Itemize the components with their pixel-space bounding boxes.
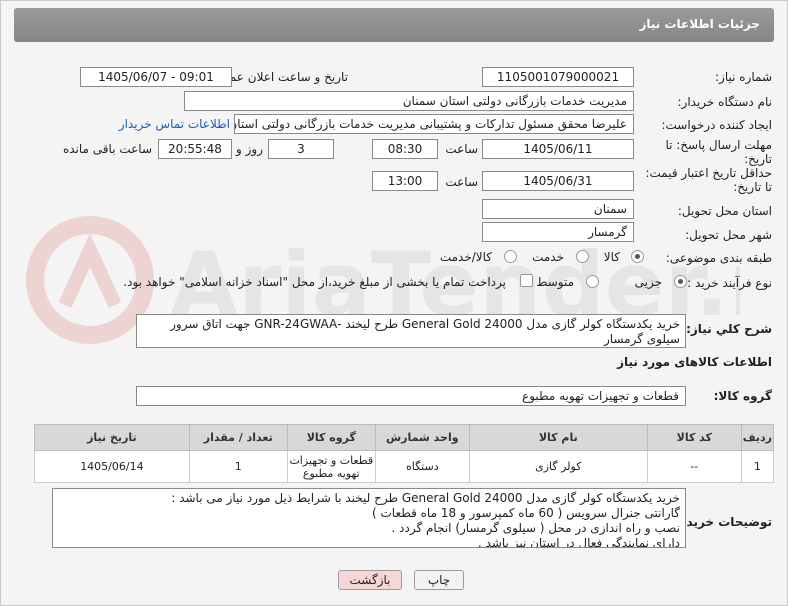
remaining-time-field: 20:55:48: [158, 139, 232, 159]
process-option-partial: جزیی: [634, 275, 662, 289]
category-option-goods: کالا: [603, 250, 620, 264]
buyer-org-field: مدیریت خدمات بازرگانی دولتی استان سمنان: [184, 91, 634, 111]
days-field: 3: [268, 139, 334, 159]
cell-row: 1: [740, 450, 775, 483]
goods-section-title: اطلاعات کالاهای مورد نیاز: [617, 355, 772, 369]
need-number-field: 1105001079000021: [482, 67, 634, 87]
creator-field: علیرضا محقق مسئول تدارکات و پشتیبانی مدی…: [234, 114, 634, 134]
print-button[interactable]: چاپ: [414, 570, 464, 590]
validity-label: حداقل تاریخ اعتبار قیمت:: [645, 166, 772, 180]
page-title: جزئیات اطلاعات نیاز: [639, 17, 760, 31]
description-label: شرح کلي نياز:: [686, 322, 772, 336]
process-option-medium: متوسط: [536, 275, 574, 289]
province-label: استان محل تحویل:: [677, 204, 772, 218]
buyer-notes-line: گارانتی جنرال سرویس ( 60 ماه کمپرسور و 1…: [372, 506, 680, 520]
process-label: نوع فرآیند خرید :: [687, 276, 772, 290]
category-radio-goods[interactable]: [631, 250, 644, 263]
treasury-payment-checkbox[interactable]: [520, 274, 533, 287]
buyer-notes-textarea[interactable]: خرید یکدستگاه کولر گازی مدل General Gold…: [52, 488, 686, 548]
category-option-both: کالا/خدمت: [439, 250, 492, 264]
cell-group: قطعات و تجهیزات تهویه مطبوع: [286, 450, 376, 483]
table-header-row: ردیف کد کالا نام کالا واحد شمارش گروه کا…: [34, 424, 775, 451]
col-header-code: کد کالا: [646, 424, 742, 451]
goods-group-label: گروه کالا:: [713, 389, 772, 403]
deadline-time-field: 08:30: [372, 139, 438, 159]
deadline-date-field: 1405/06/11: [482, 139, 634, 159]
category-radio-service[interactable]: [576, 250, 589, 263]
validity-date-field: 1405/06/31: [482, 171, 634, 191]
col-header-group: گروه کالا: [286, 424, 376, 451]
announce-field: 1405/06/07 - 09:01: [80, 67, 232, 87]
category-option-service: خدمت: [532, 250, 564, 264]
col-header-qty: تعداد / مقدار: [188, 424, 288, 451]
validity-time-label: ساعت: [445, 175, 478, 189]
city-label: شهر محل تحویل:: [685, 228, 772, 242]
category-radio-both[interactable]: [504, 250, 517, 263]
deadline-time-label: ساعت: [445, 142, 478, 156]
buyer-org-label: نام دستگاه خریدار:: [677, 95, 773, 109]
province-field: سمنان: [482, 199, 634, 219]
cell-date: 1405/06/14: [34, 450, 190, 483]
table-row: 1 -- کولر گازی دستگاه قطعات و تجهیزات ته…: [34, 450, 775, 483]
goods-group-field: قطعات و تجهیزات تهویه مطبوع: [136, 386, 686, 406]
city-field: گرمسار: [482, 222, 634, 242]
days-label: روز و: [236, 142, 263, 156]
buyer-notes-line: دارای نمایندگی فعال در استان نیز باشد .: [477, 536, 680, 548]
deadline-label: مهلت ارسال پاسخ: تا: [665, 138, 772, 152]
col-header-name: نام کالا: [468, 424, 648, 451]
page-header: جزئیات اطلاعات نیاز: [14, 8, 774, 42]
validity-time-field: 13:00: [372, 171, 438, 191]
contact-info-link[interactable]: اطلاعات تماس خریدار: [119, 117, 230, 131]
col-header-date: تاریخ نیاز: [34, 424, 190, 451]
creator-label: ایجاد کننده درخواست:: [661, 118, 772, 132]
remaining-label: ساعت باقی مانده: [62, 142, 152, 156]
process-radio-partial[interactable]: [674, 275, 687, 288]
validity-label-2: تا تاریخ:: [733, 180, 772, 194]
items-table: ردیف کد کالا نام کالا واحد شمارش گروه کا…: [34, 424, 775, 483]
cell-unit: دستگاه: [374, 450, 470, 483]
back-button[interactable]: بازگشت: [338, 570, 402, 590]
category-label: طبقه بندی موضوعی:: [665, 251, 772, 265]
cell-name: کولر گازی: [468, 450, 648, 483]
treasury-payment-note: پرداخت تمام یا بخشی از مبلغ خرید،از محل …: [123, 275, 506, 289]
process-radio-medium[interactable]: [586, 275, 599, 288]
col-header-unit: واحد شمارش: [374, 424, 470, 451]
col-header-row: ردیف: [740, 424, 775, 451]
deadline-label-2: تاریخ:: [744, 152, 772, 166]
cell-qty: 1: [188, 450, 288, 483]
description-textarea[interactable]: خرید یکدستگاه کولر گازی مدل General Gold…: [136, 314, 686, 348]
cell-code: --: [646, 450, 742, 483]
need-number-label: شماره نیاز:: [715, 70, 772, 84]
buyer-notes-line: نصب و راه اندازی در محل ( سیلوی گرمسار) …: [391, 521, 680, 535]
buyer-notes-line: خرید یکدستگاه کولر گازی مدل General Gold…: [171, 491, 680, 505]
